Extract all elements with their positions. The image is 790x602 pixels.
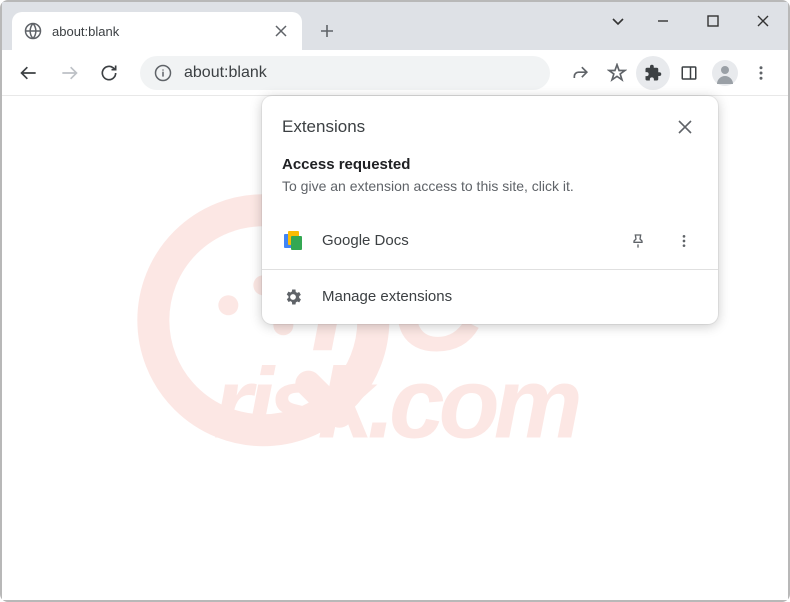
google-docs-icon: [282, 230, 304, 252]
chevron-down-icon[interactable]: [598, 2, 638, 40]
title-bar: about:blank: [2, 2, 788, 50]
page-content: PC risk.com Extensions Access requested …: [2, 96, 788, 600]
toolbar-right: [564, 56, 778, 90]
extensions-button[interactable]: [636, 56, 670, 90]
manage-extensions-button[interactable]: Manage extensions: [262, 270, 718, 324]
toolbar: about:blank: [2, 50, 788, 96]
browser-tab[interactable]: about:blank: [12, 12, 302, 50]
back-button[interactable]: [12, 56, 46, 90]
tab-title: about:blank: [52, 24, 272, 39]
info-icon[interactable]: [154, 64, 172, 82]
manage-extensions-label: Manage extensions: [322, 288, 452, 305]
url-text: about:blank: [184, 64, 267, 82]
profile-button[interactable]: [708, 56, 742, 90]
extensions-popup-header: Extensions: [262, 96, 718, 152]
menu-button[interactable]: [744, 56, 778, 90]
extension-name: Google Docs: [322, 232, 606, 249]
forward-button[interactable]: [52, 56, 86, 90]
bookmark-button[interactable]: [600, 56, 634, 90]
new-tab-button[interactable]: [312, 16, 342, 46]
section-title: Access requested: [282, 156, 698, 173]
close-tab-button[interactable]: [272, 22, 290, 40]
address-bar[interactable]: about:blank: [140, 56, 550, 90]
window-controls: [598, 2, 788, 40]
share-button[interactable]: [564, 56, 598, 90]
extensions-popup-title: Extensions: [282, 117, 365, 137]
gear-icon: [282, 286, 304, 308]
close-popup-button[interactable]: [672, 114, 698, 140]
extensions-popup: Extensions Access requested To give an e…: [262, 96, 718, 324]
pin-extension-button[interactable]: [624, 227, 652, 255]
extension-item[interactable]: Google Docs: [262, 213, 718, 269]
extension-menu-button[interactable]: [670, 227, 698, 255]
globe-icon: [24, 22, 42, 40]
minimize-button[interactable]: [638, 2, 688, 40]
access-requested-section: Access requested To give an extension ac…: [262, 152, 718, 213]
close-window-button[interactable]: [738, 2, 788, 40]
section-description: To give an extension access to this site…: [282, 177, 698, 197]
reload-button[interactable]: [92, 56, 126, 90]
side-panel-button[interactable]: [672, 56, 706, 90]
maximize-button[interactable]: [688, 2, 738, 40]
